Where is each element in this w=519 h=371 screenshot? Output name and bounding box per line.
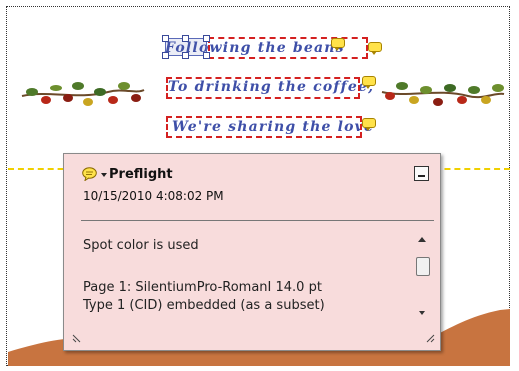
popup-timestamp: 10/15/2010 4:08:02 PM xyxy=(83,189,224,203)
vertical-scrollbar[interactable] xyxy=(414,231,432,327)
coffee-branch-left xyxy=(21,82,145,106)
comment-text-line: Spot color is used xyxy=(83,238,199,253)
note-icon[interactable] xyxy=(362,76,376,89)
selection-handle[interactable] xyxy=(162,35,169,42)
selection-handle[interactable] xyxy=(182,35,189,42)
note-icon[interactable] xyxy=(362,118,376,131)
preflight-comment-popup[interactable]: Preflight 10/15/2010 4:08:02 PM Spot col… xyxy=(63,153,441,351)
coffee-branch-right xyxy=(381,82,505,106)
minimize-button[interactable] xyxy=(414,166,429,181)
speech-bubble-icon[interactable] xyxy=(82,167,97,181)
selection-handle[interactable] xyxy=(203,52,210,59)
note-icon[interactable] xyxy=(368,42,382,55)
chevron-down-icon[interactable] xyxy=(101,173,107,177)
annotation-outline[interactable] xyxy=(166,77,360,99)
arrow-down-icon[interactable] xyxy=(419,311,425,315)
resize-grip-right-icon[interactable] xyxy=(426,334,435,343)
selection-handle[interactable] xyxy=(162,52,169,59)
comment-text-line: Type 1 (CID) embedded (as a subset) xyxy=(83,298,325,313)
comment-text-area[interactable]: Spot color is used Page 1: SilentiumPro-… xyxy=(81,231,411,327)
popup-author: Preflight xyxy=(109,167,173,182)
scroll-thumb[interactable] xyxy=(416,257,430,276)
note-icon[interactable] xyxy=(331,38,345,51)
selection-handle[interactable] xyxy=(182,52,189,59)
divider xyxy=(81,220,434,221)
selection-handle[interactable] xyxy=(203,35,210,42)
resize-grip-left-icon[interactable] xyxy=(72,334,81,343)
annotation-outline[interactable] xyxy=(166,116,362,138)
arrow-up-icon[interactable] xyxy=(418,237,426,242)
comment-text-line: Page 1: SilentiumPro-RomanI 14.0 pt xyxy=(83,280,322,295)
